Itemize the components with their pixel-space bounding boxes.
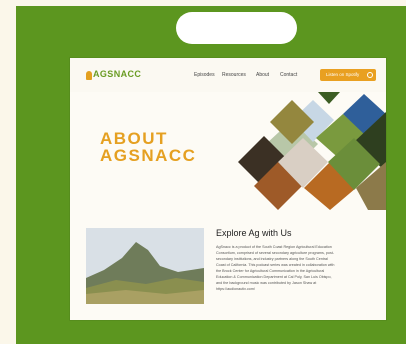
- spotify-button-label: Listen on Spotify: [326, 72, 360, 77]
- logo-icon: [86, 71, 92, 80]
- nav-about[interactable]: About: [256, 72, 269, 78]
- explore-body: AgSnacc is a product of the South Coast …: [216, 244, 368, 292]
- explore-link[interactable]: https://audionautix.com/: [216, 286, 368, 292]
- green-frame: AGSNACC Episodes Resources About Contact…: [16, 6, 406, 344]
- trees-photo: [318, 92, 340, 104]
- explore-heading: Explore Ag with Us: [216, 228, 292, 238]
- hero-title: ABOUT AGSNACC: [100, 130, 196, 164]
- hero-title-line1: ABOUT: [100, 129, 168, 148]
- mountain-photo: [86, 228, 204, 304]
- nav-resources[interactable]: Resources: [222, 72, 246, 78]
- website-screenshot: AGSNACC Episodes Resources About Contact…: [70, 58, 386, 320]
- spotify-button[interactable]: Listen on Spotify: [320, 69, 376, 81]
- hero-title-line2: AGSNACC: [100, 146, 197, 165]
- nav-contact[interactable]: Contact: [280, 72, 297, 78]
- nav-episodes[interactable]: Episodes: [194, 72, 215, 78]
- photo-mosaic: [238, 92, 386, 210]
- site-logo[interactable]: AGSNACC: [93, 69, 141, 79]
- headphones-icon: [367, 72, 373, 78]
- site-header: AGSNACC Episodes Resources About Contact…: [70, 58, 386, 92]
- top-pill: [176, 12, 297, 44]
